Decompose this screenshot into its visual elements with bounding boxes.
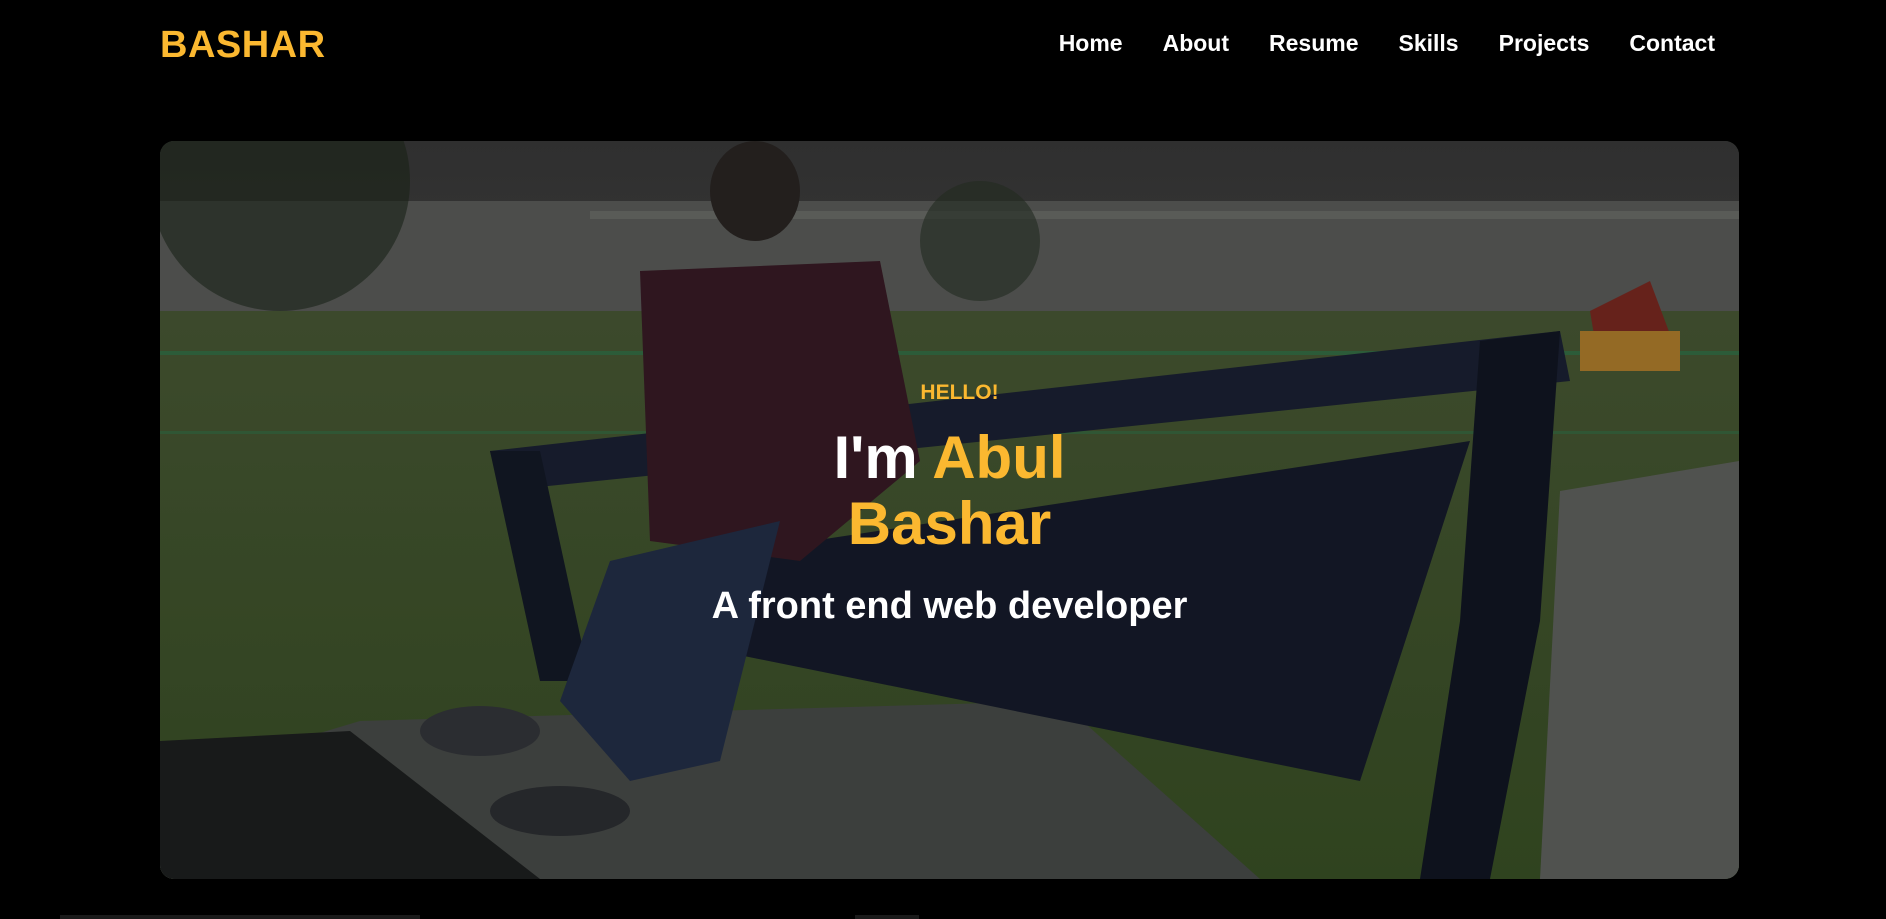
hero-greeting: HELLO! bbox=[920, 381, 999, 404]
nav-link-resume[interactable]: Resume bbox=[1269, 30, 1358, 56]
hero-content: HELLO! I'm Abul Bashar A front end web d… bbox=[160, 381, 1739, 628]
nav-link-home[interactable]: Home bbox=[1059, 30, 1123, 56]
hero-name: I'm Abul Bashar bbox=[780, 425, 1120, 557]
hero-section: HELLO! I'm Abul Bashar A front end web d… bbox=[160, 141, 1739, 879]
brand-logo[interactable]: BASHAR bbox=[160, 24, 326, 67]
bottom-divider bbox=[60, 915, 420, 919]
nav-link-skills[interactable]: Skills bbox=[1399, 30, 1459, 56]
nav-link-contact[interactable]: Contact bbox=[1629, 30, 1715, 56]
hero-subtitle: A front end web developer bbox=[711, 585, 1188, 627]
hero-name-last: Bashar bbox=[847, 490, 1052, 557]
nav-link-about[interactable]: About bbox=[1163, 30, 1229, 56]
hero-name-prefix: I'm bbox=[833, 424, 918, 491]
hero-name-first: Abul bbox=[932, 424, 1066, 491]
nav-link-projects[interactable]: Projects bbox=[1499, 30, 1590, 56]
navbar: BASHAR Home About Resume Skills Projects… bbox=[0, 0, 1886, 96]
nav-links: Home About Resume Skills Projects Contac… bbox=[1059, 30, 1715, 57]
bottom-divider bbox=[855, 915, 919, 919]
